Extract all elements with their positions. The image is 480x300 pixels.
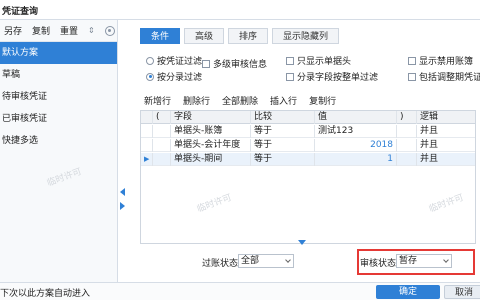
cell-compare[interactable]: 等于 — [251, 139, 315, 152]
filter-options: 按凭证过滤 多级审核信息 只显示单据头 显示禁用账簿 按分录过滤 分录字段按整单… — [146, 54, 480, 84]
multi-audit-option[interactable]: 多级审核信息 — [202, 57, 267, 70]
header-open-paren: ( — [153, 111, 171, 124]
option-label: 只显示单据头 — [297, 57, 352, 67]
only-header-option[interactable]: 只显示单据头 — [286, 54, 351, 67]
current-row-icon: ▶ — [141, 153, 153, 166]
cancel-button[interactable]: 取消 — [444, 285, 480, 299]
scheme-toolbar: 另存 复制 重置 ⇕ — [0, 20, 117, 42]
tab-conditions[interactable]: 条件 — [140, 28, 181, 44]
scheme-item[interactable]: 默认方案 — [0, 42, 117, 64]
option-label: 分录字段按整单过滤 — [297, 73, 379, 83]
table-row[interactable]: ▶ 单据头-期间 等于 1 并且 — [141, 153, 475, 166]
delete-row-button[interactable]: 删除行 — [183, 94, 210, 107]
option-label: 包括调整期凭证 — [419, 73, 480, 83]
filter-by-voucher-option[interactable]: 按凭证过滤 — [146, 54, 202, 67]
footer-bar: 下次以此方案自动进入 确定 取消 — [0, 282, 480, 300]
header-value: 值 — [315, 111, 397, 124]
posting-status-select[interactable]: 全部 — [238, 254, 294, 268]
auto-enter-option[interactable]: 下次以此方案自动进入 — [0, 286, 90, 299]
cell-logic[interactable]: 并且 — [417, 153, 475, 166]
filter-by-entry-option[interactable]: 按分录过滤 — [146, 70, 202, 83]
collapse-left-icon[interactable] — [120, 188, 125, 196]
checkbox-icon[interactable] — [408, 56, 416, 65]
scheme-item[interactable]: 已审核凭证 — [0, 108, 117, 130]
scheme-item[interactable]: 待审核凭证 — [0, 86, 117, 108]
option-label: 按分录过滤 — [157, 73, 203, 83]
add-row-button[interactable]: 新增行 — [144, 94, 171, 107]
cell-value[interactable]: 1 — [315, 153, 397, 166]
sort-arrows-icon[interactable]: ⇕ — [88, 26, 95, 35]
entry-filter-option[interactable]: 分录字段按整单过滤 — [286, 70, 378, 83]
table-row[interactable]: 单据头-会计年度 等于 2018 并且 — [141, 139, 475, 152]
panel-splitter[interactable] — [118, 20, 128, 282]
header-close-paren: ) — [397, 111, 417, 124]
expand-right-icon[interactable] — [120, 202, 125, 210]
ok-button[interactable]: 确定 — [376, 285, 440, 299]
delete-all-button[interactable]: 全部删除 — [222, 94, 258, 107]
radio-icon[interactable] — [146, 72, 154, 81]
show-disabled-books-option[interactable]: 显示禁用账簿 — [408, 54, 473, 67]
scheme-item[interactable]: 草稿 — [0, 64, 117, 86]
tab-sort[interactable]: 排序 — [228, 28, 269, 44]
checkbox-icon[interactable] — [408, 72, 416, 81]
scheme-panel: 另存 复制 重置 ⇕ 默认方案 草稿 待审核凭证 已审核凭证 快捷多选 — [0, 20, 118, 282]
cell-field[interactable]: 单据头-账簿 — [171, 125, 251, 138]
copy-row-button[interactable]: 复制行 — [309, 94, 336, 107]
chevron-down-icon — [443, 257, 449, 263]
cell-value[interactable]: 2018 — [315, 139, 397, 152]
tab-columns[interactable]: 显示隐藏列 — [272, 28, 340, 44]
scheme-item[interactable]: 快捷多选 — [0, 130, 117, 152]
auto-enter-label: 下次以此方案自动进入 — [0, 289, 91, 299]
table-row[interactable]: 单据头-账簿 等于 测试123 并且 — [141, 125, 475, 138]
copy-button[interactable]: 复制 — [32, 24, 50, 37]
save-as-button[interactable]: 另存 — [4, 24, 22, 37]
cell-logic[interactable]: 并且 — [417, 125, 475, 138]
option-label: 按凭证过滤 — [157, 57, 203, 67]
condition-grid: ( 字段 比较 值 ) 逻辑 单据头-账簿 等于 测试123 并且 单据头-会计… — [140, 110, 476, 244]
grid-header: ( 字段 比较 值 ) 逻辑 — [141, 111, 475, 124]
cell-field[interactable]: 单据头-会计年度 — [171, 139, 251, 152]
insert-row-button[interactable]: 插入行 — [270, 94, 297, 107]
option-label: 显示禁用账簿 — [419, 57, 474, 67]
include-adjust-option[interactable]: 包括调整期凭证 — [408, 70, 480, 83]
header-logic: 逻辑 — [420, 112, 439, 122]
cell-value[interactable]: 测试123 — [315, 125, 397, 138]
grid-actions: 新增行 删除行 全部删除 插入行 复制行 — [144, 94, 336, 107]
audit-status-select[interactable]: 暂存 — [396, 254, 452, 268]
cell-logic[interactable]: 并且 — [417, 139, 475, 152]
tab-bar: 条件 高级 排序 显示隐藏列 — [140, 28, 340, 44]
cell-field[interactable]: 单据头-期间 — [171, 153, 251, 166]
window-title: 凭证查询 — [2, 7, 39, 17]
radio-icon[interactable] — [146, 56, 154, 65]
chevron-down-icon — [285, 257, 291, 263]
cell-compare[interactable]: 等于 — [251, 125, 315, 138]
posting-status-label: 过账状态 — [202, 259, 239, 269]
checkbox-icon[interactable] — [286, 72, 294, 81]
collapse-bottom-icon[interactable] — [298, 240, 306, 245]
option-label: 多级审核信息 — [213, 60, 268, 70]
cell-compare[interactable]: 等于 — [251, 153, 315, 166]
checkbox-icon[interactable] — [286, 56, 294, 65]
header-field: 字段 — [171, 111, 251, 124]
tab-advanced[interactable]: 高级 — [184, 28, 225, 44]
title-bar: 凭证查询 — [0, 0, 480, 20]
reset-button[interactable]: 重置 — [60, 24, 78, 37]
scheme-list: 默认方案 草稿 待审核凭证 已审核凭证 快捷多选 — [0, 42, 117, 152]
header-compare: 比较 — [251, 111, 315, 124]
checkbox-icon[interactable] — [202, 59, 210, 68]
gear-icon[interactable] — [104, 25, 115, 36]
audit-status-label: 审核状态 — [360, 259, 397, 269]
